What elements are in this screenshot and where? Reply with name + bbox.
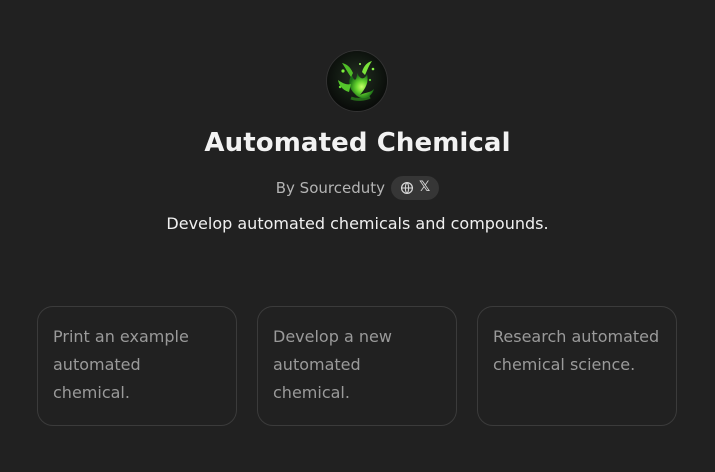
starter-card-research[interactable]: Research automated chemical science. (477, 306, 677, 426)
assistant-description: Develop automated chemicals and compound… (166, 214, 549, 233)
x-logo-icon[interactable]: 𝕏 (419, 180, 430, 194)
starter-card-example[interactable]: Print an example automated chemical. (37, 306, 237, 426)
green-splash-image (327, 51, 387, 111)
author-label: By Sourceduty (275, 179, 385, 197)
starter-card-develop[interactable]: Develop a new automated chemical. (257, 306, 457, 426)
author-row: By Sourceduty 𝕏 (0, 176, 715, 200)
conversation-starters: Print an example automated chemical. Dev… (37, 306, 677, 428)
assistant-page: Automated Chemical By Sourceduty 𝕏 Devel… (0, 0, 715, 472)
globe-icon[interactable] (400, 181, 414, 195)
assistant-title: Automated Chemical (204, 128, 511, 158)
assistant-avatar (327, 51, 387, 111)
social-links-pill[interactable]: 𝕏 (390, 176, 440, 200)
